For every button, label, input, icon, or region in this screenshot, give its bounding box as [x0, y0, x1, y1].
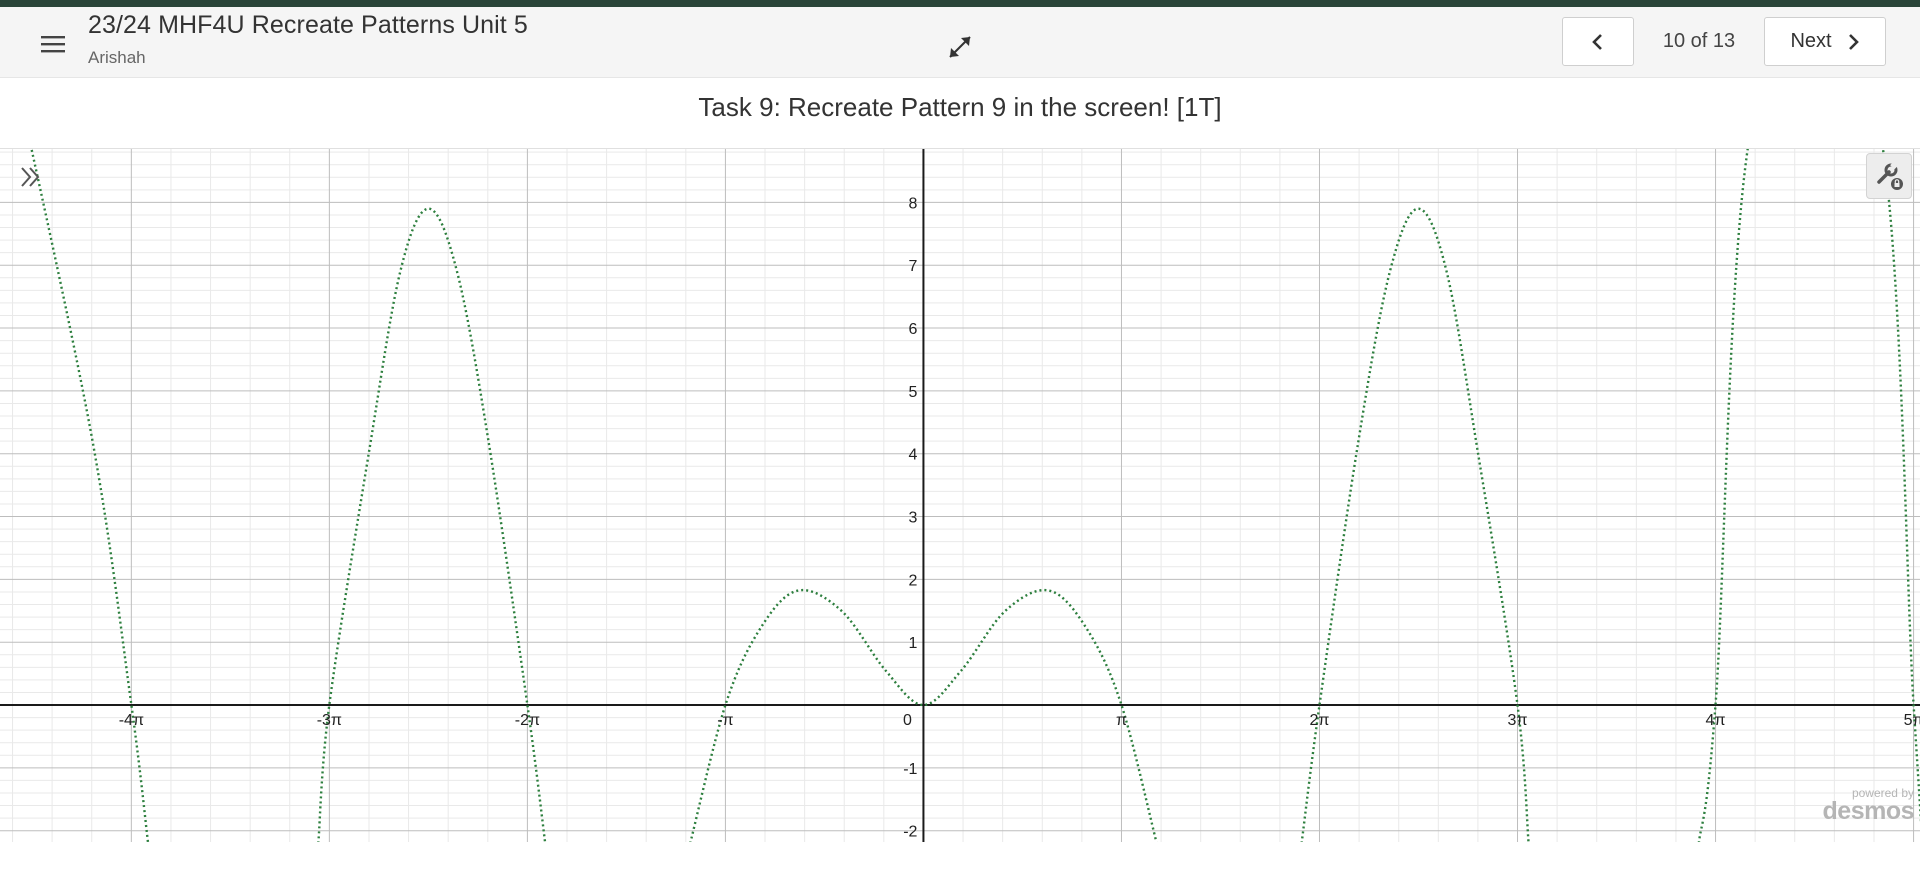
chevron-left-icon: [1592, 33, 1602, 50]
y-tick-label: 1: [909, 635, 918, 652]
hamburger-icon: [41, 36, 65, 53]
expression-list-toggle[interactable]: [12, 159, 48, 195]
chevron-right-icon: [1848, 33, 1859, 50]
x-tick-label: -3π: [317, 712, 342, 729]
x-tick-label: 5π: [1904, 712, 1920, 729]
x-tick-label: 3π: [1508, 712, 1528, 729]
x-tick-label: 4π: [1706, 712, 1726, 729]
curve-segment-0-3: [1300, 207, 1530, 842]
desmos-brand-text: desmos: [1822, 797, 1915, 825]
y-tick-label: 6: [909, 321, 918, 338]
graph-area[interactable]: -4π -3π -2π -π 0 π 2π 3π 4π 5π -2 -1 1 2 3 4 5 6 7 8 powere…: [0, 148, 1920, 842]
task-title: Task 9: Recreate Pattern 9 in the screen…: [698, 92, 1222, 122]
wrench-lock-icon: [1877, 161, 1903, 190]
x-tick-label: π: [1116, 712, 1127, 729]
double-chevron-right-icon: [21, 167, 40, 187]
y-tick-label: 8: [909, 195, 918, 212]
previous-screen-button[interactable]: [1562, 17, 1634, 66]
x-tick-label: 2π: [1310, 712, 1330, 729]
page-counter: 10 of 13: [1662, 30, 1736, 52]
y-tick-label: 3: [909, 510, 918, 527]
activity-title: 23/24 MHF4U Recreate Patterns Unit 5: [88, 11, 528, 39]
y-tick-label: 4: [909, 447, 918, 464]
graph-settings-button[interactable]: [1866, 153, 1912, 199]
x-tick-label: 0: [903, 712, 912, 729]
y-tick-label: 7: [909, 258, 918, 275]
expand-arrows-icon: [949, 36, 971, 58]
next-button-label: Next: [1790, 30, 1832, 52]
graph-canvas[interactable]: -4π -3π -2π -π 0 π 2π 3π 4π 5π -2 -1 1 2 3 4 5 6 7 8: [0, 149, 1920, 842]
minor-grid: [0, 149, 1920, 842]
expand-button[interactable]: [944, 31, 976, 63]
tick-labels: -4π -3π -2π -π 0 π 2π 3π 4π 5π -2 -1 1 2 3 4 5 6 7 8: [119, 195, 1920, 840]
activity-header: 23/24 MHF4U Recreate Patterns Unit 5 Ari…: [0, 7, 1920, 78]
curve-segment-0-1: [317, 207, 547, 842]
x-tick-label: -2π: [515, 712, 540, 729]
y-tick-label: 5: [909, 384, 918, 401]
student-name: Arishah: [88, 48, 146, 67]
top-accent-stripe: [0, 0, 1920, 7]
x-tick-label: -π: [717, 712, 733, 729]
y-tick-label: -1: [903, 761, 917, 778]
desmos-logo: powered by desmos: [1806, 787, 1915, 825]
next-screen-button[interactable]: Next: [1764, 17, 1886, 66]
menu-button[interactable]: [34, 27, 72, 61]
y-tick-label: -2: [903, 824, 917, 841]
x-tick-label: -4π: [119, 712, 144, 729]
y-tick-label: 2: [909, 572, 918, 589]
